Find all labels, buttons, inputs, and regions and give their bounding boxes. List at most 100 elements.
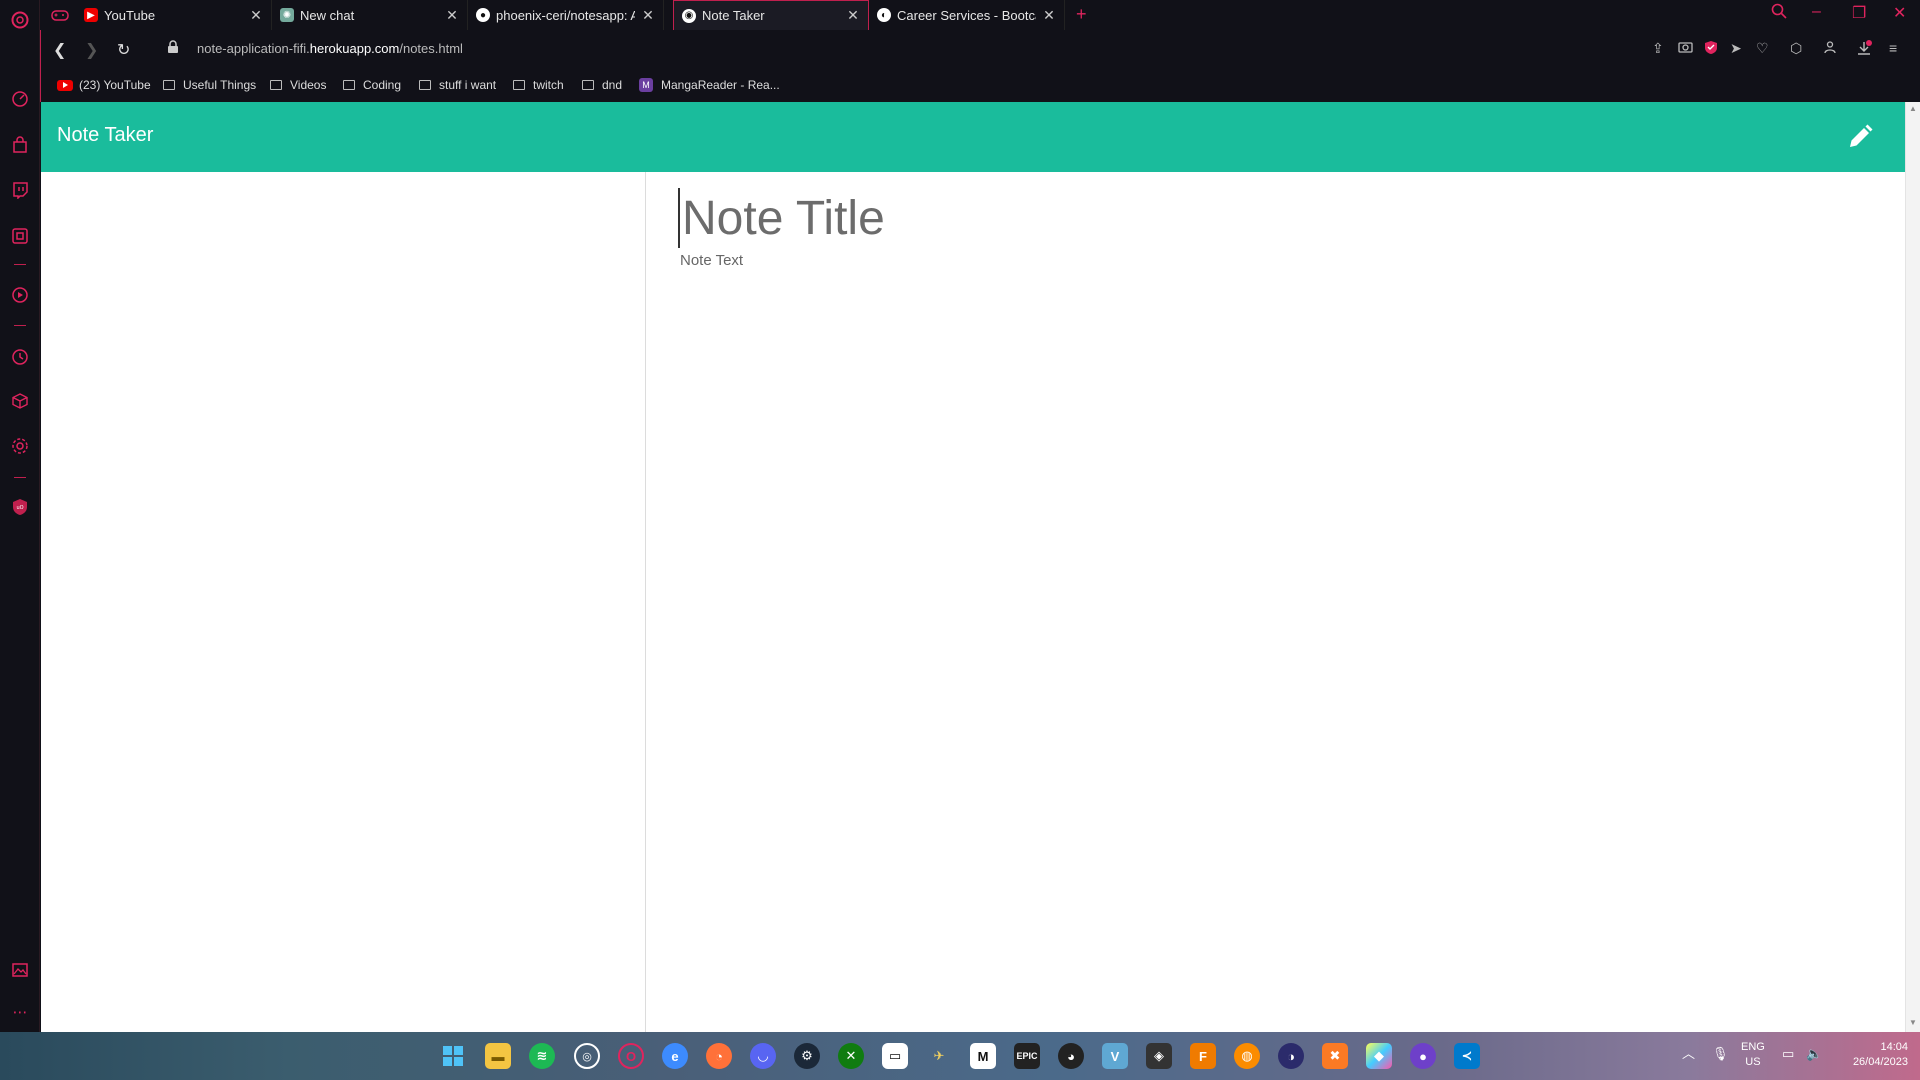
gamepad-icon[interactable]: [50, 5, 70, 25]
origin-icon[interactable]: ◍: [1234, 1043, 1260, 1069]
window-close-icon[interactable]: ✕: [1893, 3, 1906, 23]
opera-logo-icon[interactable]: [10, 10, 30, 30]
file-explorer-icon[interactable]: ▬: [485, 1043, 511, 1069]
note-text-area[interactable]: [680, 252, 1880, 852]
close-icon[interactable]: ✕: [249, 7, 263, 24]
region-label: US: [1745, 1056, 1761, 1068]
camera-icon[interactable]: [1678, 40, 1693, 56]
menu-lines-icon[interactable]: ≡: [1889, 40, 1897, 56]
firefox-icon[interactable]: ◔: [706, 1043, 732, 1069]
microphone-icon[interactable]: 🎙: [1712, 1046, 1729, 1061]
bookmark-folder-stuff-i-want[interactable]: stuff i want: [419, 78, 496, 92]
heart-icon[interactable]: ♡: [1756, 40, 1769, 57]
close-icon[interactable]: ✕: [1042, 7, 1056, 24]
m-app-icon[interactable]: M: [970, 1043, 996, 1069]
tab-career-services[interactable]: ◐ Career Services - Bootcamp ✕: [869, 0, 1065, 30]
browser-sidebar: uO ⋯: [0, 0, 40, 1032]
close-icon[interactable]: ✕: [846, 7, 860, 24]
note-list-column: [41, 172, 646, 1032]
restore-icon[interactable]: ❐: [1852, 3, 1866, 23]
twitch-icon[interactable]: [10, 180, 30, 200]
network-icon[interactable]: ▭: [1782, 1046, 1794, 1061]
xampp-icon[interactable]: ✖: [1322, 1043, 1348, 1069]
bookmark-folder-dnd[interactable]: dnd: [582, 78, 622, 92]
tray-chevron-icon[interactable]: ︿: [1682, 1046, 1695, 1061]
more-options-icon[interactable]: ⋯: [10, 1002, 30, 1022]
close-icon[interactable]: ✕: [641, 7, 655, 24]
sourcetree-icon[interactable]: ◆: [1366, 1043, 1392, 1069]
tab-title: phoenix-ceri/notesapp: A n: [496, 7, 635, 23]
reload-icon[interactable]: ↻: [117, 40, 130, 60]
language-indicator[interactable]: ENG US: [1741, 1040, 1765, 1070]
tab-search-icon[interactable]: [1771, 3, 1787, 24]
windows-start-icon[interactable]: [440, 1043, 466, 1069]
lock-icon[interactable]: [167, 40, 179, 57]
xbox-icon[interactable]: ✕: [838, 1043, 864, 1069]
profile-icon[interactable]: [1823, 40, 1837, 57]
tab-youtube[interactable]: ▶ YouTube ✕: [76, 0, 272, 30]
bookmark-mangareader[interactable]: M MangaReader - Rea...: [639, 78, 780, 92]
share-icon[interactable]: ⇪: [1652, 40, 1664, 57]
vscode-icon[interactable]: ≺: [1454, 1043, 1480, 1069]
steam-icon[interactable]: ⚙: [794, 1043, 820, 1069]
spotify-icon[interactable]: ≋: [529, 1043, 555, 1069]
app-navbar: Note Taker: [41, 102, 1905, 172]
bookmark-youtube[interactable]: (23) YouTube: [57, 78, 151, 92]
scroll-down-icon[interactable]: ▼: [1909, 1018, 1917, 1027]
minimize-icon[interactable]: –: [1812, 3, 1821, 21]
epic-games-icon[interactable]: EPIC: [1014, 1043, 1040, 1069]
bookmark-folder-twitch[interactable]: twitch: [513, 78, 564, 92]
play-circle-icon[interactable]: [10, 285, 30, 305]
back-icon[interactable]: ❮: [53, 40, 66, 60]
opera-gx-icon[interactable]: O: [618, 1043, 644, 1069]
chatgpt-icon: ✺: [280, 8, 294, 22]
address-bar: ❮ ❯ ↻ note-application-fifi.herokuapp.co…: [40, 30, 1920, 70]
discord-icon[interactable]: ◡: [750, 1043, 776, 1069]
tab-github[interactable]: ● phoenix-ceri/notesapp: A n ✕: [468, 0, 664, 30]
steelseries-icon[interactable]: ◎: [574, 1043, 600, 1069]
bookmark-folder-coding[interactable]: Coding: [343, 78, 401, 92]
unity-icon[interactable]: ◈: [1146, 1043, 1172, 1069]
fl-studio-icon[interactable]: F: [1190, 1043, 1216, 1069]
close-icon[interactable]: ✕: [445, 7, 459, 24]
paper-plane-icon[interactable]: ✈: [926, 1043, 952, 1069]
tab-strip: ▶ YouTube ✕ ✺ New chat ✕ ● phoenix-ceri/…: [40, 0, 1920, 30]
tor-icon[interactable]: ◑: [1278, 1043, 1304, 1069]
note-title-input[interactable]: [678, 188, 1878, 248]
vegas-icon[interactable]: V: [1102, 1043, 1128, 1069]
edge-icon[interactable]: e: [662, 1043, 688, 1069]
settings-gear-icon[interactable]: [10, 436, 30, 456]
new-note-pencil-icon[interactable]: [1845, 122, 1875, 152]
folder-icon: [343, 80, 355, 90]
shopping-bag-icon[interactable]: [10, 135, 30, 155]
ublock-shield-icon[interactable]: uO: [10, 497, 30, 517]
github-icon: ●: [476, 8, 490, 22]
player-icon[interactable]: [10, 226, 30, 246]
youtube-icon: [57, 79, 73, 91]
forward-icon[interactable]: ❯: [85, 40, 98, 60]
image-gallery-icon[interactable]: [10, 960, 30, 980]
github-desktop-icon[interactable]: ●: [1410, 1043, 1436, 1069]
download-icon[interactable]: [1856, 40, 1872, 59]
app-brand[interactable]: Note Taker: [57, 124, 153, 147]
tab-new-chat[interactable]: ✺ New chat ✕: [272, 0, 468, 30]
send-icon[interactable]: ➤: [1730, 40, 1742, 57]
tab-title: Note Taker: [702, 8, 765, 23]
obs-icon[interactable]: ◕: [1058, 1043, 1084, 1069]
tab-note-taker[interactable]: ◉ Note Taker ✕: [673, 0, 869, 30]
oculus-icon[interactable]: ▭: [882, 1043, 908, 1069]
tab-title: YouTube: [104, 7, 156, 23]
url-field[interactable]: note-application-fifi.herokuapp.com/note…: [197, 41, 463, 56]
scroll-up-icon[interactable]: ▲: [1909, 104, 1917, 113]
history-icon[interactable]: [10, 347, 30, 367]
vpn-shield-icon[interactable]: [1704, 40, 1718, 58]
extensions-cube-icon[interactable]: ⬡: [1790, 40, 1802, 57]
bookmark-folder-videos[interactable]: Videos: [270, 78, 326, 92]
page-scrollbar[interactable]: ▲ ▼: [1905, 102, 1920, 1032]
new-tab-plus-icon[interactable]: +: [1076, 4, 1087, 25]
cube-icon[interactable]: [10, 391, 30, 411]
speed-dial-icon[interactable]: [10, 89, 30, 109]
volume-icon[interactable]: 🔈: [1806, 1046, 1822, 1061]
bookmark-folder-useful-things[interactable]: Useful Things: [163, 78, 256, 92]
clock[interactable]: 14:04 26/04/2023: [1838, 1040, 1908, 1070]
